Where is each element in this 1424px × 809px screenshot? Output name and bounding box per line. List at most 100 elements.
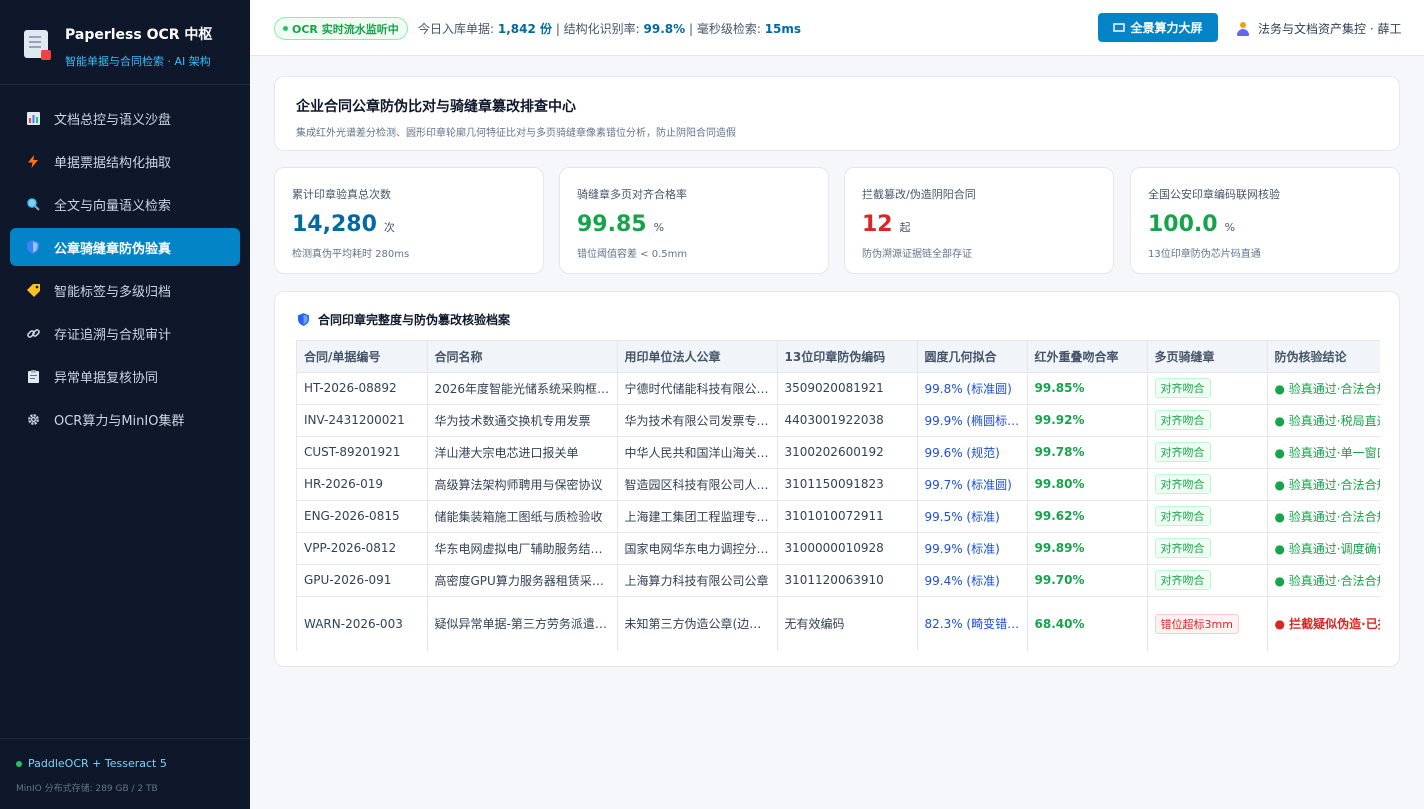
archive-title-label: 合同印章完整度与防伪篡改核验档案 [318, 313, 511, 327]
sidebar-item-1[interactable]: 单据票据结构化抽取 [10, 142, 240, 180]
sidebar-item-0[interactable]: 文档总控与语义沙盘 [10, 99, 240, 137]
cell-verdict: ● 验真通过·合法合规 [1267, 468, 1380, 501]
page-title: 企业合同公章防伪比对与骑缝章篡改排查中心 [296, 99, 576, 115]
stats-docs-value: 1,842 份 [497, 22, 552, 36]
kpi-value: 100.0 [1148, 212, 1218, 237]
column-header[interactable]: 合同/单据编号 [297, 341, 428, 373]
live-status-label: OCR 实时流水监听中 [292, 22, 399, 36]
document-logo-icon [24, 30, 51, 60]
kpi-value-row: 12 起 [862, 212, 1113, 237]
cell-overlap: 68.40% [1027, 596, 1148, 651]
table-row[interactable]: WARN-2026-003 疑似异常单据-第三方劳务派遣结算单 未知第三方伪造公章(… [297, 596, 1380, 651]
dashboard-button[interactable]: 全景算力大屏 [1098, 13, 1218, 42]
cell-code: 3509020081921 [777, 372, 918, 405]
sidebar-item-6[interactable]: 异常单据复核协同 [10, 357, 240, 395]
cell-fit: 99.7% (标准圆) [917, 468, 1028, 501]
cell-verdict: ● 验真通过·单一窗口 [1267, 436, 1380, 469]
column-header[interactable]: 防伪核验结论 [1267, 341, 1380, 373]
sidebar-item-3[interactable]: 公章骑缝章防伪验真 [10, 228, 240, 266]
riding-status-badge: 对齐吻合 [1154, 538, 1211, 558]
cell-id: ENG-2026-0815 [297, 500, 428, 533]
storage-label: MinIO 分布式存储: 289 GB / 2 TB [16, 784, 158, 794]
table-row[interactable]: CUST-89201921 洋山港大宗电芯进口报关单 中华人民共和国洋山海关专用章 3… [297, 436, 1380, 469]
cell-fit: 99.9% (标准) [917, 532, 1028, 565]
column-header[interactable]: 用印单位法人公章 [617, 341, 778, 373]
table-row[interactable]: INV-2431200021 华为技术数通交换机专用发票 华为技术有限公司发票专用章… [297, 404, 1380, 437]
table-row[interactable]: VPP-2026-0812 华东电网虚拟电厂辅助服务结算协议 国家电网华东电力调控分… [297, 532, 1380, 565]
engine-status: PaddleOCR + Tesseract 5 [16, 757, 250, 770]
monitor-icon [1113, 23, 1126, 32]
cell-seal: 宁德时代储能科技有限公司合同专用章 [617, 372, 778, 405]
kpi-value-row: 99.85% [577, 212, 828, 237]
user-menu[interactable]: 法务与文档资产集控 · 薛工 [1237, 20, 1401, 37]
sidebar-item-2[interactable]: 全文与向量语义检索 [10, 185, 240, 223]
kpi-card: 累计印章验真总次数 14,280 次检测真伪平均耗时 280ms [274, 167, 544, 274]
stats-rate-value: 99.8% [643, 22, 686, 36]
kpi-card: 拦截篡改/伪造阴阳合同 12 起防伪溯源证据链全部存证 [844, 167, 1114, 274]
table-body: HT-2026-08892 2026年度智能光储系统采购框架协议 宁德时代储能科技有… [297, 372, 1380, 651]
link-icon [26, 326, 40, 340]
cell-riding: 对齐吻合 [1147, 468, 1268, 501]
kpi-label: 拦截篡改/伪造阴阳合同 [862, 188, 976, 201]
cell-seal: 上海算力科技有限公司公章 [617, 564, 778, 597]
stats-docs-label: 今日入库单据: [418, 22, 498, 36]
table-row[interactable]: HR-2026-019高级算法架构师聘用与保密协议智造园区科技有限公司人事专用章… [297, 468, 1380, 501]
cell-id: INV-2431200021 [297, 404, 428, 437]
kpi-label: 全国公安印章编码联网核验 [1148, 188, 1280, 201]
cell-overlap: 99.70% [1027, 564, 1148, 597]
cell-code: 3100202600192 [777, 436, 918, 469]
riding-status-badge: 对齐吻合 [1154, 570, 1211, 590]
cell-id: HT-2026-08892 [297, 372, 428, 405]
column-header[interactable]: 圆度几何拟合 [917, 341, 1028, 373]
column-header[interactable]: 合同名称 [427, 341, 618, 373]
kpi-value: 12 [862, 212, 893, 237]
cell-id: HR-2026-019 [297, 468, 428, 501]
sidebar-item-label: 文档总控与语义沙盘 [54, 112, 172, 128]
riding-status-badge: 对齐吻合 [1154, 474, 1211, 494]
cell-overlap: 99.85% [1027, 372, 1148, 405]
chart-icon [26, 111, 40, 125]
table-row[interactable]: ENG-2026-0815 储能集装箱施工图纸与质检验收 上海建工集团工程监理专用章… [297, 500, 1380, 533]
today-stats: 今日入库单据: 1,842 份 | 结构化识别率: 99.8% | 毫秒级检索:… [418, 20, 801, 37]
engine-label: PaddleOCR + Tesseract 5 [28, 757, 167, 770]
cell-name: 储能集装箱施工图纸与质检验收 [427, 500, 618, 533]
cell-code: 3101010072911 [777, 500, 918, 533]
sidebar-item-7[interactable]: OCR算力与MinIO集群 [10, 400, 240, 438]
table-row[interactable]: GPU-2026-091 高密度GPU算力服务器租赁采购合同 上海算力科技有限公司公… [297, 564, 1380, 597]
sidebar-item-label: 存证追溯与合规审计 [54, 327, 172, 343]
cell-riding: 对齐吻合 [1147, 404, 1268, 437]
cell-name: 高级算法架构师聘用与保密协议 [427, 468, 618, 501]
sidebar-item-4[interactable]: 智能标签与多级归档 [10, 271, 240, 309]
cell-seal: 智造园区科技有限公司人事专用章 [617, 468, 778, 501]
table-row[interactable]: HT-2026-08892 2026年度智能光储系统采购框架协议 宁德时代储能科技有… [297, 372, 1380, 405]
kpi-label: 骑缝章多页对齐合格率 [577, 188, 687, 201]
cell-name: 洋山港大宗电芯进口报关单 [427, 436, 618, 469]
riding-status-badge: 对齐吻合 [1154, 410, 1211, 430]
brand: Paperless OCR 中枢 智能单据与合同检索 · AI 架构 [0, 0, 250, 85]
column-header[interactable]: 13位印章防伪编码 [777, 341, 918, 373]
cell-name: 华为技术数通交换机专用发票 [427, 404, 618, 437]
column-header[interactable]: 多页骑缝章 [1147, 341, 1268, 373]
cell-seal: 未知第三方伪造公章(边缘模糊) [617, 596, 778, 651]
cell-verdict: ● 验真通过·合法合规 [1267, 372, 1380, 405]
kpi-label: 累计印章验真总次数 [292, 188, 391, 201]
kpi-value-row: 14,280 次 [292, 212, 543, 237]
shield-icon [26, 240, 40, 254]
user-name: 法务与文档资产集控 · 薛工 [1258, 22, 1402, 36]
table-header-row: 合同/单据编号 合同名称 用印单位法人公章 13位印章防伪编码 圆度几何拟合 红外重叠吻合… [297, 341, 1380, 373]
brand-subtitle: 智能单据与合同检索 · AI 架构 [65, 55, 211, 68]
topbar: OCR 实时流水监听中 今日入库单据: 1,842 份 | 结构化识别率: 99… [250, 0, 1424, 56]
cell-name: 2026年度智能光储系统采购框架协议 [427, 372, 618, 405]
archive-table: 合同/单据编号 合同名称 用印单位法人公章 13位印章防伪编码 圆度几何拟合 红外重叠吻合… [297, 341, 1380, 651]
cell-fit: 99.6% (规范) [917, 436, 1028, 469]
cell-riding: 对齐吻合 [1147, 500, 1268, 533]
column-header[interactable]: 红外重叠吻合率 [1027, 341, 1148, 373]
sidebar-item-label: 单据票据结构化抽取 [54, 155, 172, 171]
live-dot-icon [283, 26, 288, 31]
sidebar-item-5[interactable]: 存证追溯与合规审计 [10, 314, 240, 352]
archive-table-wrapper[interactable]: 合同/单据编号 合同名称 用印单位法人公章 13位印章防伪编码 圆度几何拟合 红外重叠吻合… [296, 340, 1380, 651]
riding-status-badge: 对齐吻合 [1154, 442, 1211, 462]
riding-status-badge: 对齐吻合 [1154, 506, 1211, 526]
cell-seal: 国家电网华东电力调控分中心专用章 [617, 532, 778, 565]
kpi-unit: 次 [383, 221, 395, 234]
